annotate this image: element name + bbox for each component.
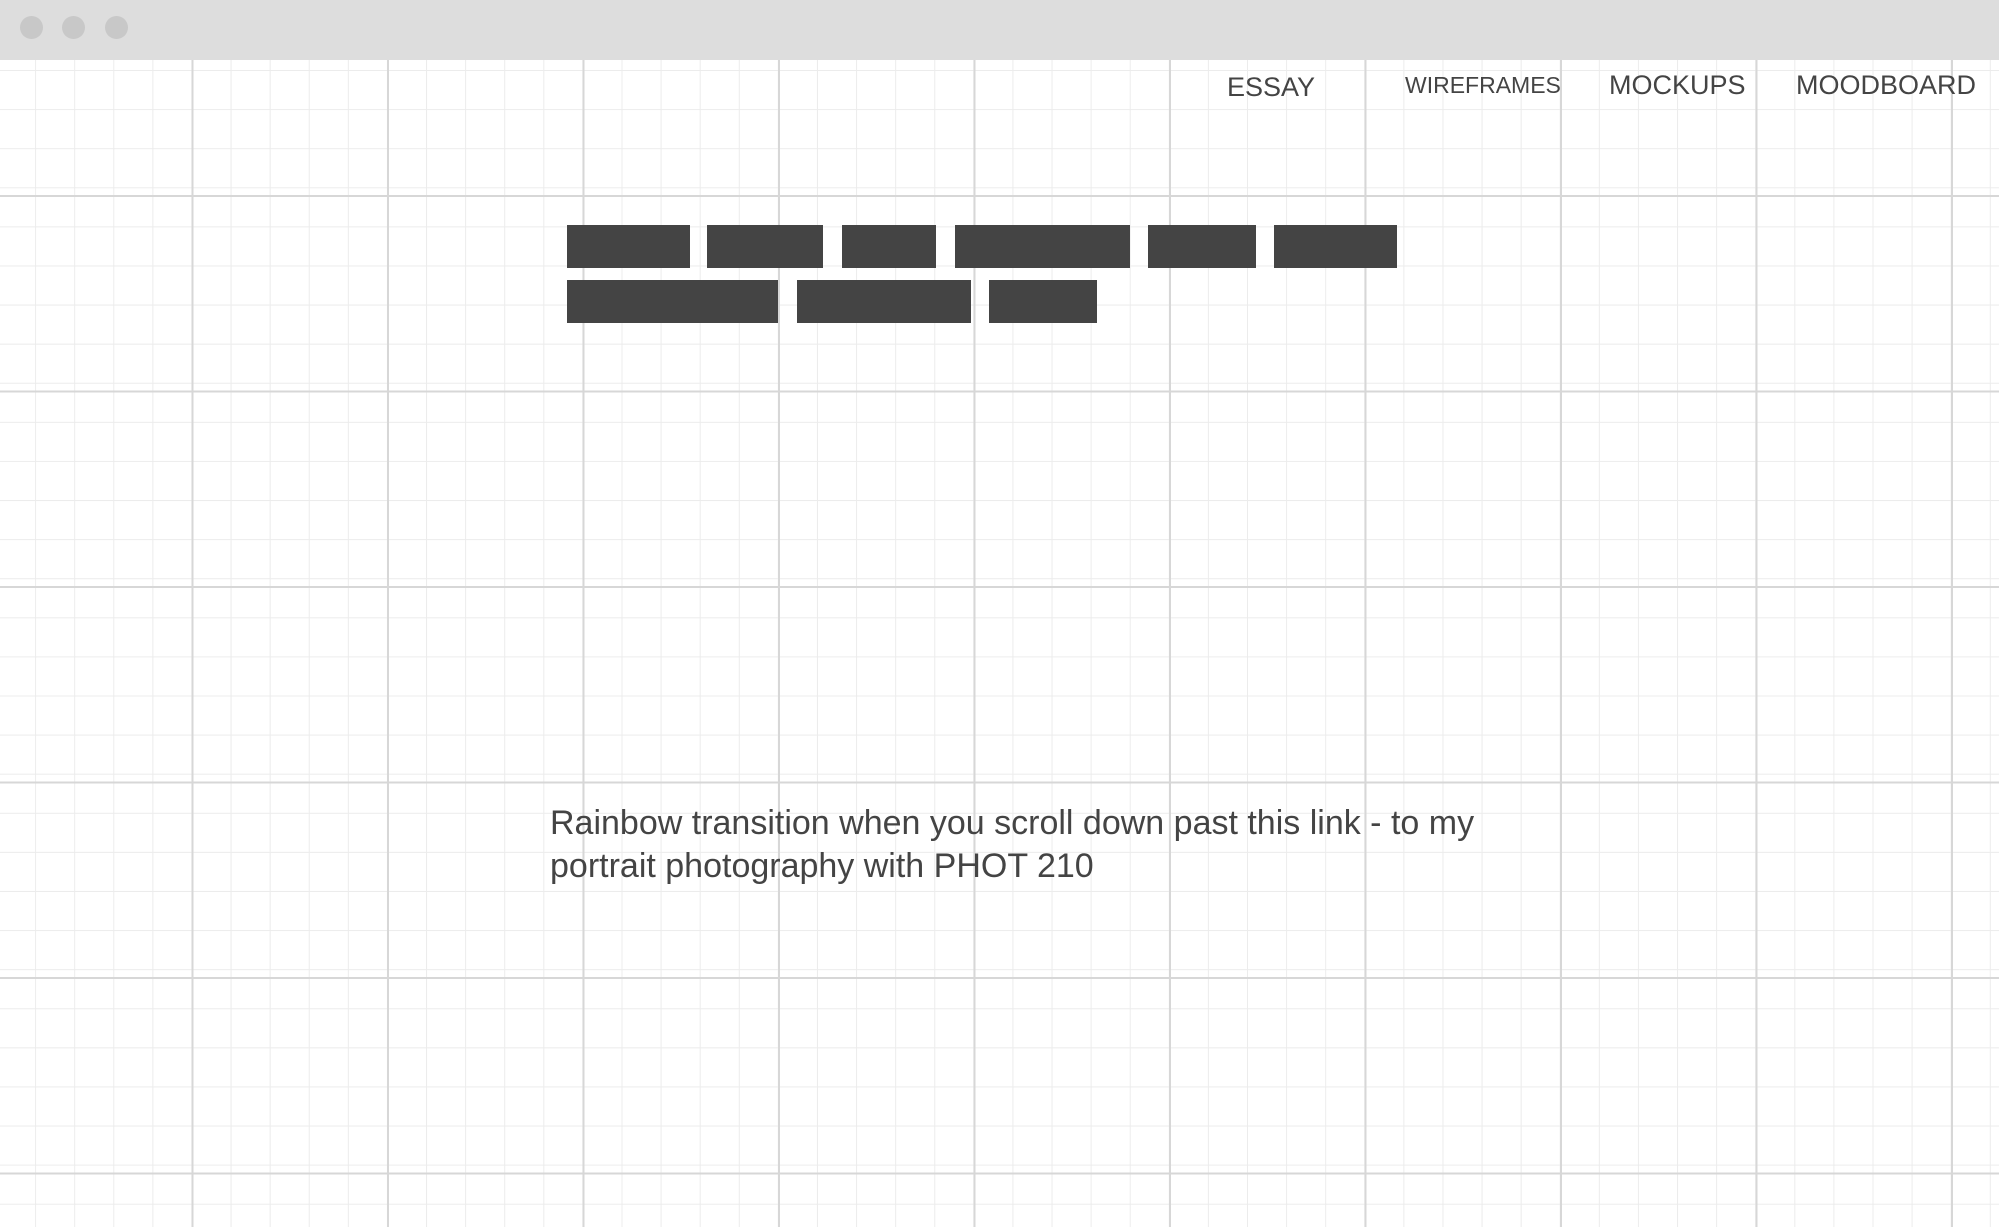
minimize-dot[interactable] [62,16,85,39]
text-placeholder-block [989,280,1097,323]
text-placeholder-block [955,225,1130,268]
text-placeholder-block [567,225,690,268]
nav-wireframes-link[interactable]: WIREFRAMES [1405,72,1561,99]
close-dot[interactable] [20,16,43,39]
browser-window: ESSAY WIREFRAMES MOCKUPS MOODBOARD Rainb… [0,0,1999,1227]
text-placeholder-block [797,280,971,323]
text-placeholder-block [707,225,823,268]
text-placeholder-block [1148,225,1256,268]
nav-mockups-link[interactable]: MOCKUPS [1609,70,1746,101]
nav-moodboard-link[interactable]: MOODBOARD [1796,70,1976,101]
window-titlebar [0,0,1999,60]
text-placeholder-block [842,225,936,268]
nav-essay-link[interactable]: ESSAY [1227,72,1315,103]
rainbow-transition-caption: Rainbow transition when you scroll down … [550,804,1475,885]
text-placeholder-block [1274,225,1397,268]
text-placeholder-block [567,280,778,323]
maximize-dot[interactable] [105,16,128,39]
